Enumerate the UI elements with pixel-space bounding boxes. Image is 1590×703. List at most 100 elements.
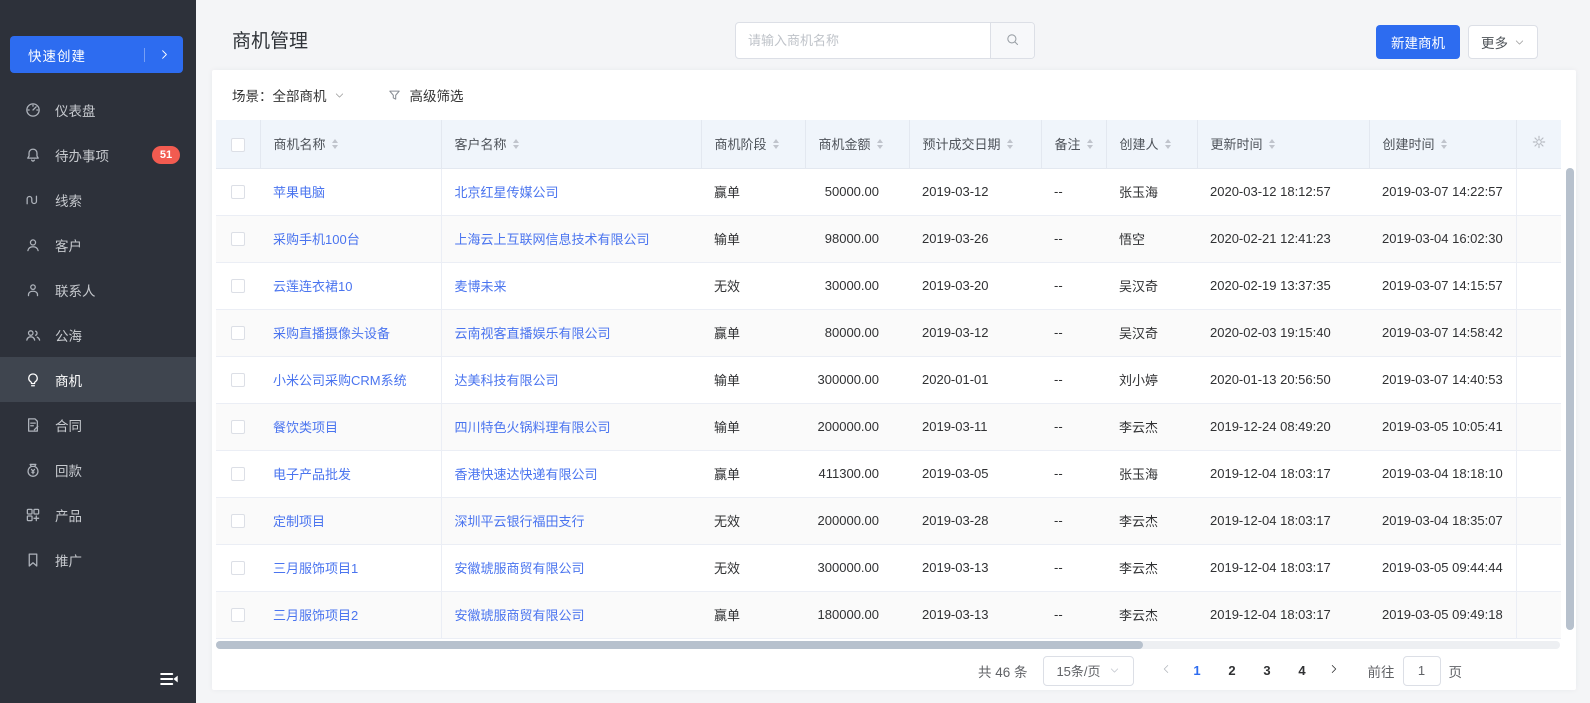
name-link[interactable]: 采购直播摄像头设备 (273, 326, 390, 341)
sort-icon[interactable] (1087, 139, 1093, 149)
name-link[interactable]: 餐饮类项目 (273, 420, 338, 435)
next-page-button[interactable] (1320, 663, 1348, 678)
sort-icon[interactable] (1165, 139, 1171, 149)
customer-link[interactable]: 香港快速达快递有限公司 (455, 467, 598, 482)
column-header-updated: 更新时间 (1197, 120, 1369, 168)
cell-updated: 2019-12-04 18:03:17 (1197, 497, 1369, 544)
row-checkbox[interactable] (231, 326, 245, 340)
sort-icon[interactable] (1269, 139, 1275, 149)
cell-customer: 达美科技有限公司 (441, 356, 701, 403)
row-select-cell (216, 497, 260, 544)
cell-created: 2019-03-05 10:05:41 (1369, 403, 1516, 450)
sidebar-item-product[interactable]: 产品 (0, 492, 196, 537)
page-button-2[interactable]: 2 (1218, 657, 1246, 685)
sidebar-item-customer[interactable]: 客户 (0, 222, 196, 267)
sort-icon[interactable] (513, 139, 519, 149)
row-checkbox[interactable] (231, 420, 245, 434)
page-button-4[interactable]: 4 (1288, 657, 1316, 685)
column-header-creator: 创建人 (1106, 120, 1197, 168)
collapse-sidebar-button[interactable] (157, 668, 181, 690)
select-all-checkbox[interactable] (231, 138, 245, 152)
sort-icon[interactable] (773, 139, 779, 149)
sidebar-item-opportunity[interactable]: 商机 (0, 357, 196, 402)
sort-icon[interactable] (1441, 139, 1447, 149)
customer-link[interactable]: 深圳平云银行福田支行 (455, 514, 585, 529)
sidebar-item-promotion[interactable]: 推广 (0, 537, 196, 582)
customer-link[interactable]: 达美科技有限公司 (455, 373, 559, 388)
sidebar-item-leads[interactable]: 线索 (0, 177, 196, 222)
cell-amount: 180000.00 (805, 591, 909, 638)
sidebar-item-label: 仪表盘 (55, 100, 96, 120)
row-checkbox[interactable] (231, 373, 245, 387)
horizontal-scrollbar-thumb[interactable] (216, 641, 1143, 649)
row-actions-cell (1516, 450, 1561, 497)
sidebar-item-label: 待办事项 (55, 145, 109, 165)
cell-customer: 四川特色火锅料理有限公司 (441, 403, 701, 450)
column-header-note: 备注 (1041, 120, 1106, 168)
row-checkbox[interactable] (231, 561, 245, 575)
customer-link[interactable]: 上海云上互联网信息技术有限公司 (455, 232, 650, 247)
sidebar-item-pool[interactable]: 公海 (0, 312, 196, 357)
more-button[interactable]: 更多 (1468, 25, 1538, 59)
scene-select[interactable]: 场景：全部商机 (232, 85, 345, 105)
customer-link[interactable]: 麦博未来 (455, 279, 507, 294)
row-select-cell (216, 403, 260, 450)
name-link[interactable]: 小米公司采购CRM系统 (273, 373, 407, 388)
row-actions-cell (1516, 168, 1561, 215)
advanced-filter-button[interactable]: 高级筛选 (387, 85, 464, 105)
customer-link[interactable]: 安徽琥服商贸有限公司 (455, 608, 585, 623)
name-link[interactable]: 三月服饰项目2 (273, 608, 358, 623)
customer-link[interactable]: 云南视客直播娱乐有限公司 (455, 326, 611, 341)
cell-note: -- (1041, 356, 1106, 403)
cell-updated: 2020-01-13 20:56:50 (1197, 356, 1369, 403)
row-checkbox[interactable] (231, 232, 245, 246)
search-input[interactable] (736, 23, 990, 58)
page-button-1[interactable]: 1 (1183, 657, 1211, 685)
cell-name: 定制项目 (260, 497, 441, 544)
sidebar-item-label: 产品 (55, 505, 82, 525)
cell-customer: 安徽琥服商贸有限公司 (441, 591, 701, 638)
row-checkbox[interactable] (231, 608, 245, 622)
name-link[interactable]: 苹果电脑 (273, 185, 325, 200)
page-size-select[interactable]: 15条/页 (1043, 656, 1134, 686)
name-link[interactable]: 三月服饰项目1 (273, 561, 358, 576)
topbar: 商机管理 新建商机 更多 (196, 0, 1590, 70)
sort-icon[interactable] (332, 139, 338, 149)
cell-customer: 麦博未来 (441, 262, 701, 309)
customer-link[interactable]: 安徽琥服商贸有限公司 (455, 561, 585, 576)
sidebar-item-payment[interactable]: 回款 (0, 447, 196, 492)
row-select-cell (216, 168, 260, 215)
goto-page-input[interactable] (1403, 656, 1441, 686)
name-link[interactable]: 电子产品批发 (273, 467, 351, 482)
row-checkbox[interactable] (231, 279, 245, 293)
sidebar-item-contract[interactable]: 合同 (0, 402, 196, 447)
name-link[interactable]: 采购手机100台 (273, 232, 360, 247)
row-select-cell (216, 450, 260, 497)
row-checkbox[interactable] (231, 185, 245, 199)
sidebar-item-contact[interactable]: 联系人 (0, 267, 196, 312)
sidebar-item-dashboard[interactable]: 仪表盘 (0, 87, 196, 132)
row-actions-cell (1516, 309, 1561, 356)
cell-creator: 李云杰 (1106, 497, 1197, 544)
sidebar-item-label: 推广 (55, 550, 82, 570)
customer-link[interactable]: 四川特色火锅料理有限公司 (455, 420, 611, 435)
page-button-3[interactable]: 3 (1253, 657, 1281, 685)
quick-create-button[interactable]: 快速创建 (10, 36, 183, 73)
cell-amount: 80000.00 (805, 309, 909, 356)
search-button[interactable] (990, 23, 1034, 58)
create-opportunity-button[interactable]: 新建商机 (1376, 25, 1460, 59)
table-row: 餐饮类项目四川特色火锅料理有限公司输单200000.002019-03-11--… (216, 403, 1561, 450)
sort-icon[interactable] (1007, 139, 1013, 149)
vertical-scrollbar-thumb[interactable] (1566, 168, 1574, 630)
cell-note: -- (1041, 450, 1106, 497)
name-link[interactable]: 定制项目 (273, 514, 325, 529)
customer-link[interactable]: 北京红星传媒公司 (455, 185, 559, 200)
row-checkbox[interactable] (231, 467, 245, 481)
cell-creator: 悟空 (1106, 215, 1197, 262)
name-link[interactable]: 云莲连衣裙10 (273, 279, 352, 294)
sort-icon[interactable] (877, 139, 883, 149)
gear-icon[interactable] (1531, 134, 1547, 150)
prev-page-button[interactable] (1152, 663, 1180, 678)
row-checkbox[interactable] (231, 514, 245, 528)
sidebar-item-todo[interactable]: 待办事项51 (0, 132, 196, 177)
